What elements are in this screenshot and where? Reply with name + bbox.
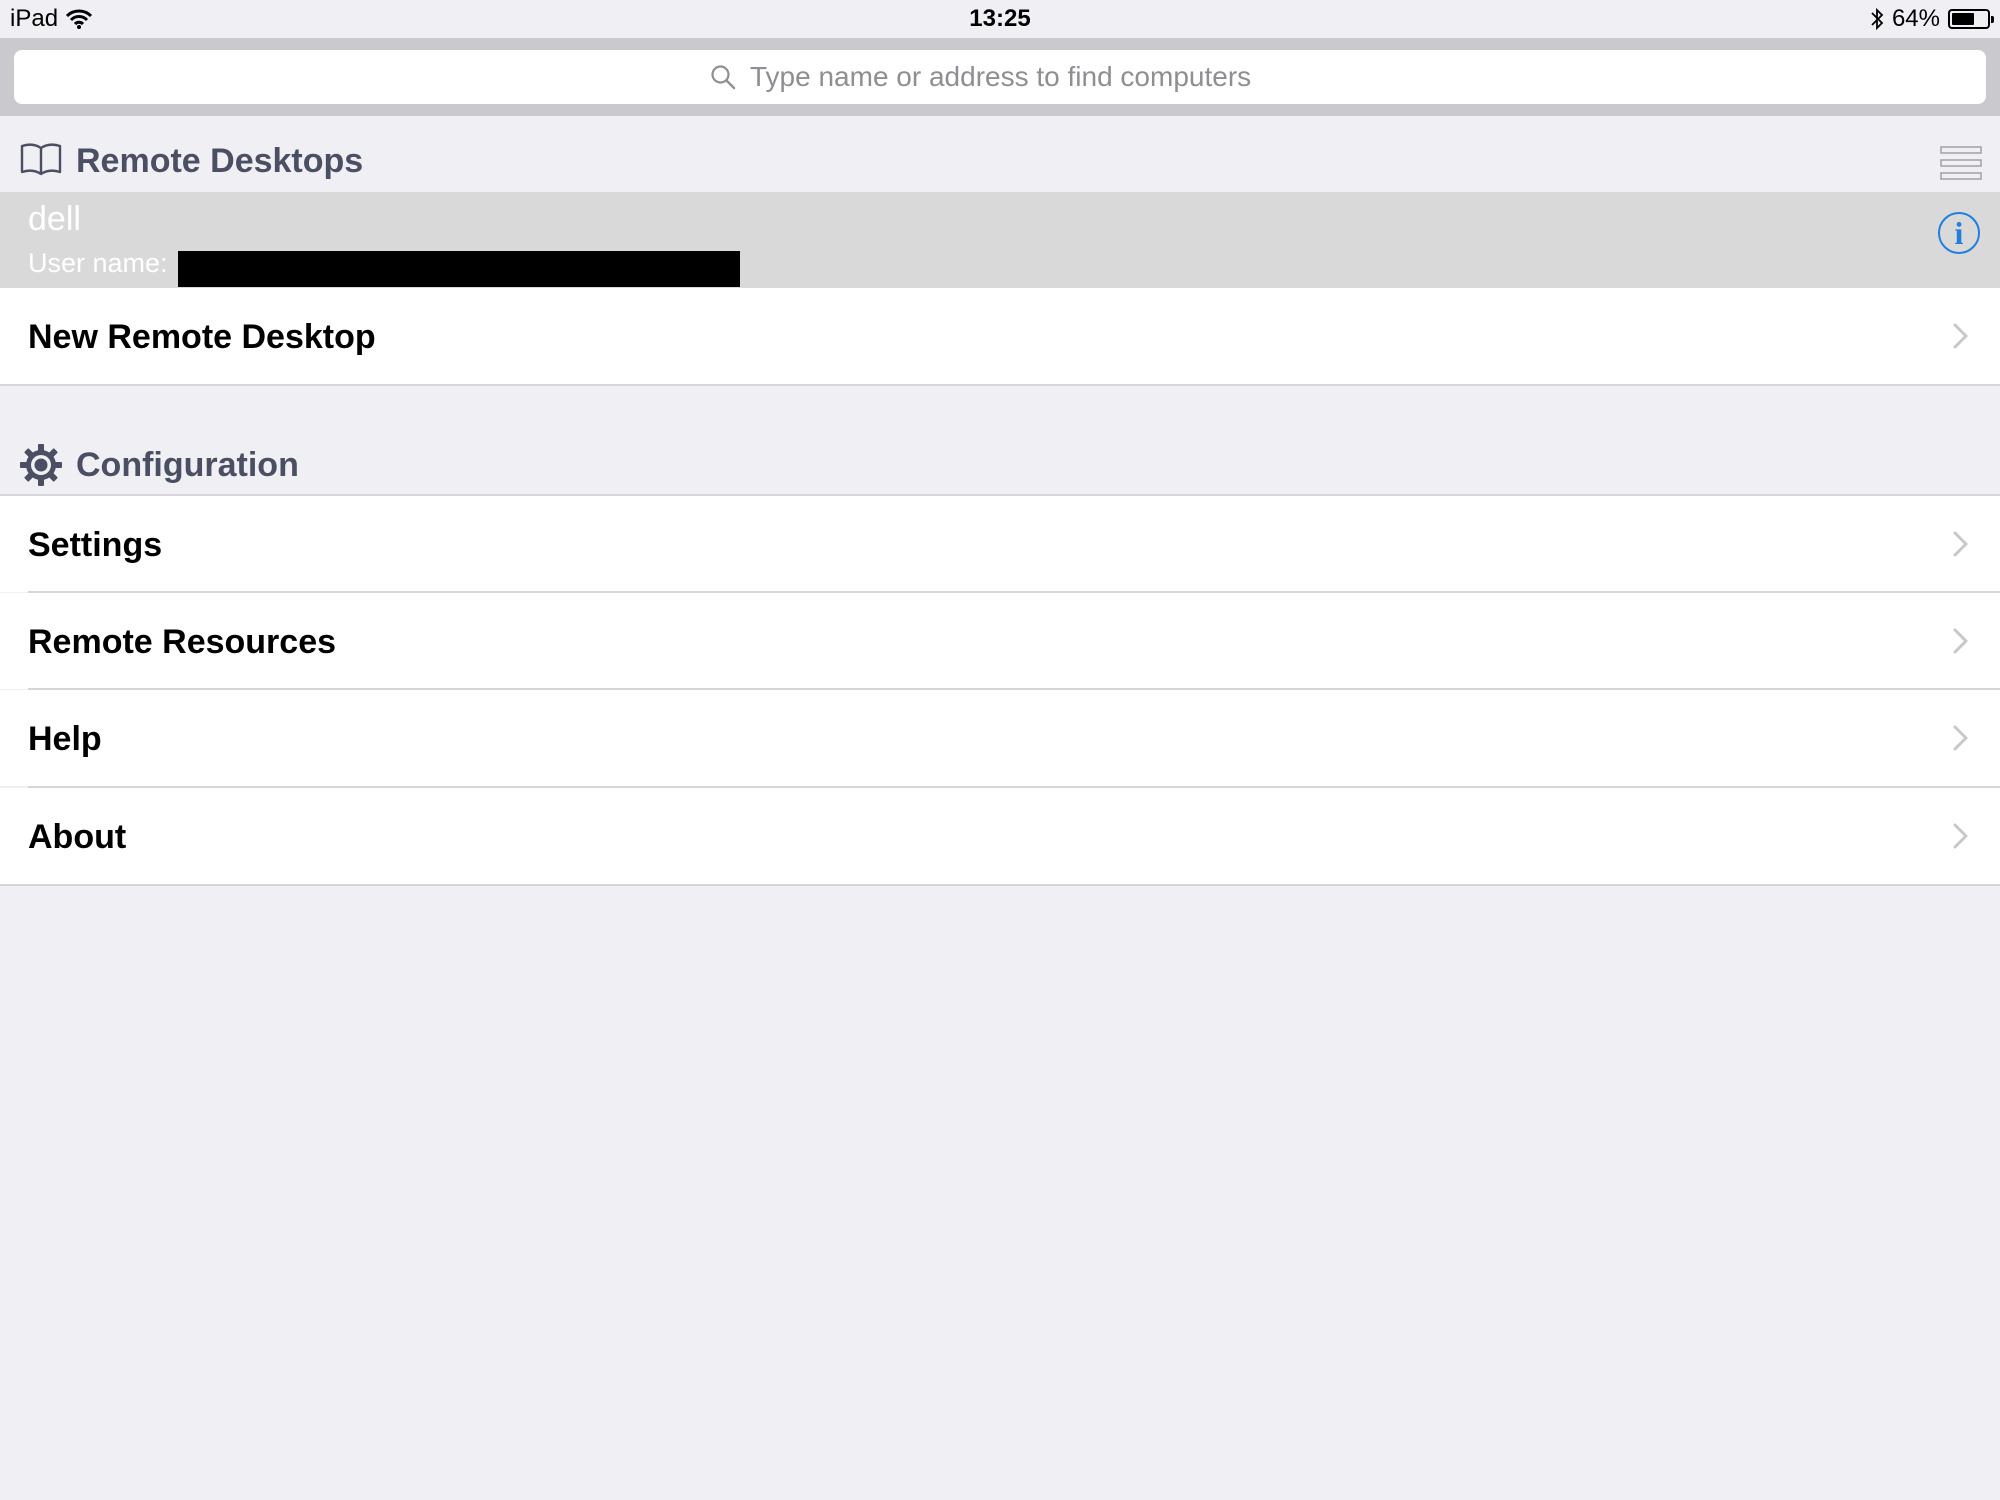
- list-view-icon[interactable]: [1940, 146, 1982, 180]
- book-icon: [20, 143, 62, 176]
- status-right: 64%: [1870, 5, 1994, 33]
- search-field[interactable]: [14, 50, 1986, 104]
- settings-row[interactable]: Settings: [0, 496, 2000, 592]
- chevron-right-icon: [1953, 725, 1968, 751]
- help-label: Help: [28, 720, 102, 758]
- about-row[interactable]: About: [0, 788, 2000, 884]
- remote-resources-label: Remote Resources: [28, 623, 337, 661]
- search-icon: [711, 65, 736, 90]
- battery-percent: 64%: [1891, 5, 1940, 32]
- about-label: About: [28, 818, 127, 856]
- new-remote-desktop-row[interactable]: New Remote Desktop: [0, 288, 2000, 384]
- remote-desktops-header: Remote Desktops: [0, 138, 2000, 184]
- chevron-right-icon: [1953, 823, 1968, 849]
- chevron-right-icon: [1953, 628, 1968, 654]
- divider: [0, 884, 2000, 886]
- new-remote-desktop-label: New Remote Desktop: [28, 318, 376, 356]
- desktop-name: dell: [28, 200, 81, 238]
- bluetooth-icon: [1871, 7, 1884, 31]
- chevron-right-icon: [1953, 323, 1968, 349]
- search-input[interactable]: [750, 61, 1290, 93]
- battery-fill: [1952, 13, 1974, 25]
- settings-label: Settings: [28, 526, 163, 564]
- divider: [0, 384, 2000, 386]
- status-time: 13:25: [969, 5, 1031, 32]
- configuration-header: Configuration: [0, 442, 2000, 488]
- remote-resources-row[interactable]: Remote Resources: [0, 593, 2000, 689]
- redacted-username: [178, 251, 740, 287]
- search-bar: [0, 38, 2000, 116]
- section-title-remote-desktops: Remote Desktops: [76, 141, 364, 180]
- help-row[interactable]: Help: [0, 690, 2000, 786]
- status-bar: iPad 13:25 64%: [0, 0, 2000, 38]
- battery-icon: [1948, 9, 1994, 29]
- desktop-user-label: User name:: [28, 248, 168, 278]
- remote-desktop-item-dell[interactable]: dell User name: i: [0, 192, 2000, 288]
- chevron-right-icon: [1953, 531, 1968, 557]
- section-title-configuration: Configuration: [76, 445, 299, 484]
- info-icon[interactable]: i: [1938, 212, 1980, 254]
- gear-icon: [20, 444, 62, 486]
